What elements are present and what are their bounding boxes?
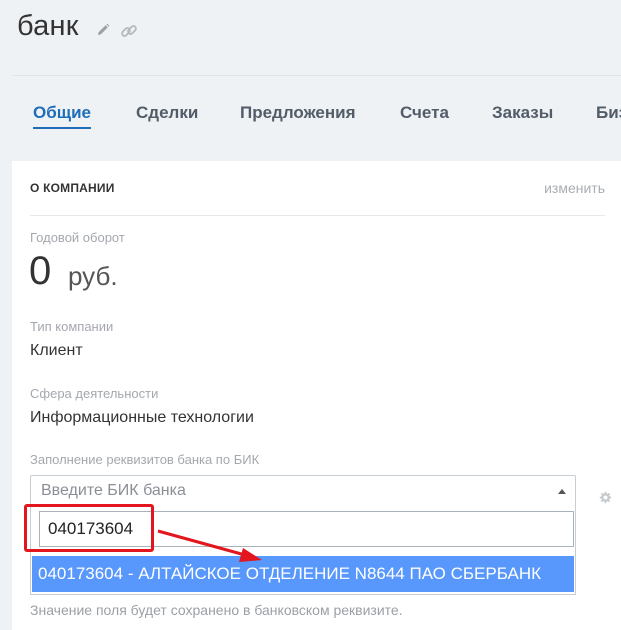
tab-deals[interactable]: Сделки bbox=[136, 103, 198, 123]
bik-hint: Значение поля будет сохранено в банковск… bbox=[30, 602, 403, 618]
bik-option-highlighted[interactable]: 040173604 - АЛТАЙСКОЕ ОТДЕЛЕНИЕ N8644 ПА… bbox=[32, 556, 574, 592]
bik-select-placeholder: Введите БИК банка bbox=[41, 482, 186, 499]
revenue-value: 0 bbox=[29, 249, 52, 293]
edit-link[interactable]: изменить bbox=[544, 180, 605, 196]
header-divider bbox=[12, 75, 621, 76]
section-title: О КОМПАНИИ bbox=[30, 181, 115, 195]
page-header: банк bbox=[0, 0, 621, 76]
tab-bar: Общие Сделки Предложения Счета Заказы Би… bbox=[0, 100, 621, 140]
caret-up-icon bbox=[558, 489, 566, 494]
revenue-currency: руб. bbox=[68, 261, 118, 291]
tab-orders[interactable]: Заказы bbox=[492, 103, 553, 123]
bik-search-input[interactable] bbox=[39, 511, 574, 547]
page-title: банк bbox=[17, 10, 79, 42]
revenue-label: Годовой оборот bbox=[30, 230, 125, 245]
chain-link-icon[interactable] bbox=[120, 22, 138, 40]
tab-general[interactable]: Общие bbox=[33, 103, 91, 129]
section-divider bbox=[30, 215, 605, 216]
industry-label: Сфера деятельности bbox=[30, 386, 159, 401]
bik-dropdown: 040173604 - АЛТАЙСКОЕ ОТДЕЛЕНИЕ N8644 ПА… bbox=[30, 506, 576, 595]
company-type-value: Клиент bbox=[30, 342, 83, 359]
tab-invoices[interactable]: Счета bbox=[400, 103, 449, 123]
bik-label: Заполнение реквизитов банка по БИК bbox=[30, 452, 260, 467]
bik-select[interactable]: Введите БИК банка bbox=[30, 475, 576, 507]
tab-business[interactable]: Биз bbox=[596, 103, 621, 123]
pencil-icon[interactable] bbox=[96, 23, 110, 37]
tab-quotes[interactable]: Предложения bbox=[240, 103, 356, 123]
company-type-label: Тип компании bbox=[30, 319, 114, 334]
industry-value: Информационные технологии bbox=[30, 409, 254, 426]
about-company-card: О КОМПАНИИ изменить Годовой оборот 0 руб… bbox=[12, 161, 621, 630]
gear-icon[interactable] bbox=[598, 491, 612, 505]
